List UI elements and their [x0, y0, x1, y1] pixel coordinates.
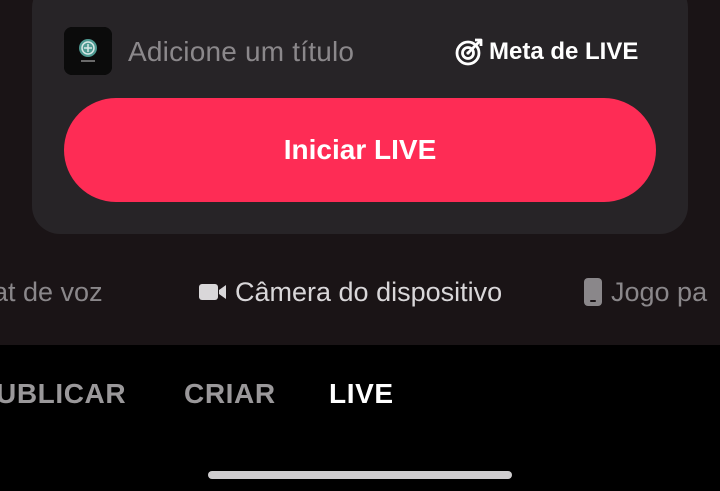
live-goal-label: Meta de LIVE [489, 38, 639, 65]
phone-icon [584, 278, 602, 306]
mode-voice-chat-label: at de voz [0, 276, 103, 307]
tab-publish[interactable]: UBLICAR [0, 378, 126, 410]
cover-thumbnail[interactable] [64, 27, 112, 75]
mode-device-camera[interactable]: Câmera do dispositivo [199, 276, 502, 308]
start-live-label: Iniciar LIVE [283, 134, 437, 165]
live-mode-selector: at de voz Câmera do dispositivo Jogo pa [0, 270, 720, 314]
title-input[interactable] [128, 34, 428, 70]
target-icon [455, 38, 483, 66]
mode-mobile-game[interactable]: Jogo pa [583, 276, 707, 308]
video-camera-icon [199, 284, 226, 300]
home-indicator[interactable] [208, 471, 512, 479]
start-live-button[interactable]: Iniciar LIVE [64, 98, 656, 202]
live-goal-button[interactable]: Meta de LIVE [455, 36, 638, 68]
tab-live[interactable]: LIVE [329, 378, 394, 410]
mode-voice-chat[interactable]: at de voz [0, 276, 103, 308]
mode-mobile-game-label: Jogo pa [611, 276, 708, 307]
cover-image-icon [64, 27, 112, 75]
bottom-tab-bar: UBLICAR CRIAR LIVE [0, 345, 720, 491]
mode-device-camera-label: Câmera do dispositivo [235, 276, 503, 307]
tab-create[interactable]: CRIAR [184, 378, 276, 410]
